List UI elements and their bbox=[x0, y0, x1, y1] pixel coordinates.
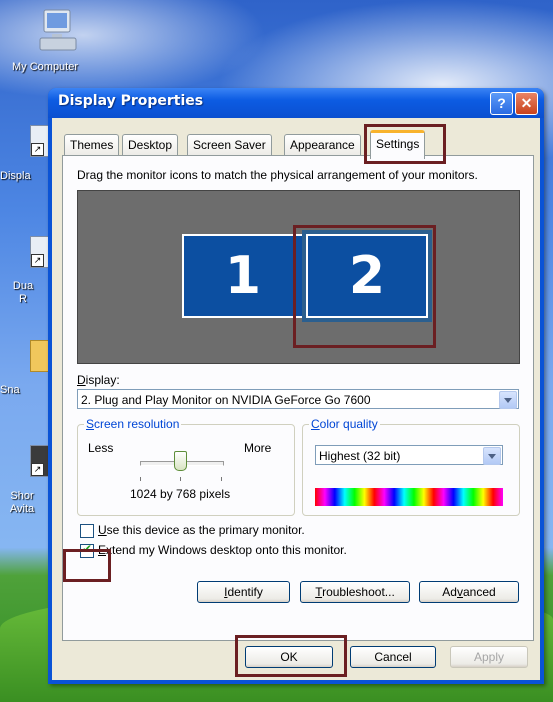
title-bar[interactable]: Display Properties ? ✕ bbox=[48, 88, 544, 118]
resolution-value: 1024 by 768 pixels bbox=[130, 487, 231, 501]
monitor-2[interactable]: 2 bbox=[302, 230, 432, 322]
display-label: Display: bbox=[77, 373, 120, 387]
cancel-button[interactable]: Cancel bbox=[350, 646, 436, 668]
primary-monitor-checkbox[interactable] bbox=[80, 524, 94, 538]
close-button[interactable]: ✕ bbox=[515, 92, 538, 115]
advanced-button[interactable]: Advanced bbox=[419, 581, 519, 603]
screen-resolution-group: Screen resolution Less More 1024 by 768 … bbox=[77, 417, 295, 516]
resolution-more-label: More bbox=[244, 441, 272, 455]
settings-panel: Drag the monitor icons to match the phys… bbox=[62, 155, 534, 641]
identify-button[interactable]: Identify bbox=[197, 581, 290, 603]
troubleshoot-button[interactable]: Troubleshoot... bbox=[300, 581, 410, 603]
slider-tick bbox=[140, 477, 141, 481]
tab-desktop[interactable]: Desktop bbox=[122, 134, 179, 156]
display-properties-window: Display Properties ? ✕ Themes Desktop Sc… bbox=[48, 88, 544, 684]
monitor-1[interactable]: 1 bbox=[182, 234, 302, 318]
apply-button[interactable]: Apply bbox=[450, 646, 528, 668]
display-select-value: 2. Plug and Play Monitor on NVIDIA GeFor… bbox=[81, 393, 371, 407]
display-shortcut-label[interactable]: Displa bbox=[0, 170, 31, 183]
my-computer-label[interactable]: My Computer bbox=[12, 61, 78, 73]
color-quality-group: Color quality Highest (32 bit) bbox=[302, 417, 520, 516]
color-quality-title: Color quality bbox=[309, 417, 380, 431]
slider-tick bbox=[180, 477, 181, 481]
color-quality-value: Highest (32 bit) bbox=[319, 449, 401, 463]
dual-shortcut-label[interactable]: Dua R bbox=[0, 280, 46, 306]
tab-settings[interactable]: Settings bbox=[370, 130, 426, 159]
color-spectrum-bar bbox=[315, 488, 503, 506]
resolution-slider-thumb[interactable] bbox=[174, 451, 187, 471]
tab-themes[interactable]: Themes bbox=[64, 134, 120, 156]
my-computer-icon[interactable] bbox=[38, 8, 78, 54]
chevron-down-icon[interactable] bbox=[483, 447, 501, 465]
extend-desktop-label[interactable]: Extend my Windows desktop onto this moni… bbox=[98, 543, 347, 557]
help-button[interactable]: ? bbox=[490, 92, 513, 115]
instruction-text: Drag the monitor icons to match the phys… bbox=[77, 168, 478, 182]
color-quality-select[interactable]: Highest (32 bit) bbox=[315, 445, 503, 465]
snap-folder-label[interactable]: Sna bbox=[0, 384, 20, 397]
display-select[interactable]: 2. Plug and Play Monitor on NVIDIA GeFor… bbox=[77, 389, 519, 409]
chevron-down-icon[interactable] bbox=[499, 391, 517, 409]
extend-desktop-checkbox[interactable] bbox=[80, 542, 94, 558]
ok-button[interactable]: OK bbox=[245, 646, 333, 668]
tab-appearance[interactable]: Appearance bbox=[284, 134, 361, 156]
primary-monitor-label[interactable]: Use this device as the primary monitor. bbox=[98, 523, 305, 537]
tab-screen-saver[interactable]: Screen Saver bbox=[187, 134, 272, 156]
window-title: Display Properties bbox=[58, 93, 204, 109]
screen-resolution-title: Screen resolution bbox=[84, 417, 182, 431]
monitor-arrangement-area[interactable]: 1 2 bbox=[77, 190, 520, 364]
slider-tick bbox=[221, 477, 222, 481]
dialog-body: Themes Desktop Screen Saver Appearance S… bbox=[52, 118, 540, 680]
resolution-less-label: Less bbox=[88, 441, 114, 455]
avitar-shortcut-label[interactable]: Shor Avita bbox=[0, 490, 44, 516]
